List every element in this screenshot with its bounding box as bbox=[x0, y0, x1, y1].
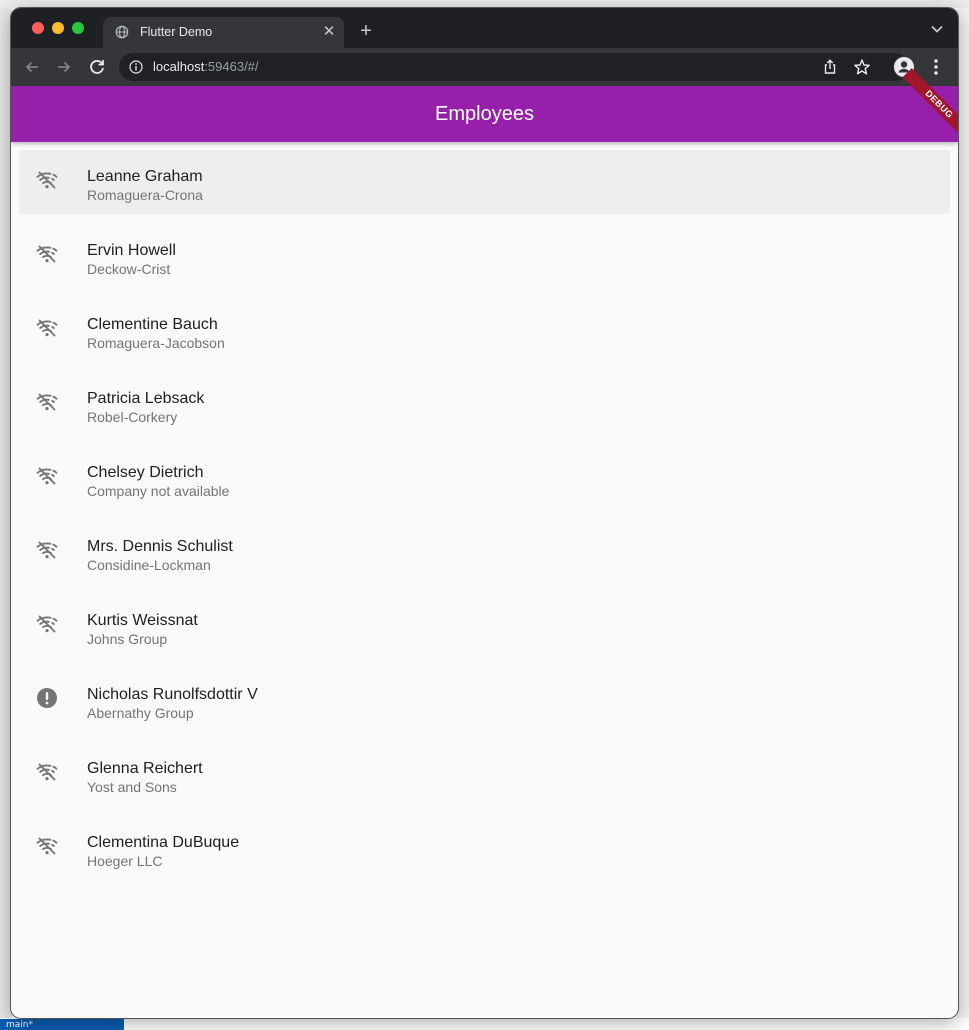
maximize-window-button[interactable] bbox=[72, 22, 84, 34]
employee-list-item[interactable]: Clementine Bauch Romaguera-Jacobson bbox=[19, 298, 950, 372]
employee-list-item[interactable]: Nicholas Runolfsdottir V Abernathy Group bbox=[19, 668, 950, 742]
url-host: localhost bbox=[153, 59, 205, 74]
employee-name: Clementina DuBuque bbox=[87, 834, 240, 851]
employee-name: Chelsey Dietrich bbox=[87, 464, 204, 481]
employee-name: Ervin Howell bbox=[87, 242, 176, 259]
employee-list-item[interactable]: Ervin Howell Deckow-Crist bbox=[19, 224, 950, 298]
employee-company: Deckow-Crist bbox=[87, 261, 171, 277]
employee-list-item[interactable]: Glenna Reichert Yost and Sons bbox=[19, 742, 950, 816]
share-icon[interactable] bbox=[821, 58, 839, 76]
employee-list-item[interactable]: Clementina DuBuque Hoeger LLC bbox=[19, 816, 950, 890]
star-icon[interactable] bbox=[853, 58, 871, 76]
employee-list-item[interactable]: Chelsey Dietrich Company not available bbox=[19, 446, 950, 520]
wifi-off-icon bbox=[35, 464, 59, 488]
desktop-top-bar bbox=[0, 0, 969, 8]
wifi-off-icon bbox=[35, 390, 59, 414]
git-branch[interactable]: main* bbox=[6, 1020, 33, 1030]
browser-menu-button[interactable] bbox=[925, 56, 947, 78]
wifi-off-icon bbox=[35, 538, 59, 562]
employee-name: Clementine Bauch bbox=[87, 316, 218, 333]
employee-company: Abernathy Group bbox=[87, 705, 194, 721]
employee-company: Romaguera-Jacobson bbox=[87, 335, 225, 351]
close-window-button[interactable] bbox=[32, 22, 44, 34]
wifi-off-icon bbox=[35, 316, 59, 340]
chevron-down-icon[interactable] bbox=[930, 22, 944, 36]
browser-window: Flutter Demo ✕ + localhost:59463/#/ Empl… bbox=[11, 8, 958, 1018]
employee-company: Romaguera-Crona bbox=[87, 187, 203, 203]
info-icon[interactable] bbox=[129, 60, 143, 74]
page-title: Employees bbox=[435, 103, 534, 125]
wifi-off-icon bbox=[35, 242, 59, 266]
arrow-left-icon bbox=[25, 61, 38, 73]
employee-company: Considine-Lockman bbox=[87, 557, 211, 573]
wifi-off-icon bbox=[35, 168, 59, 192]
employee-list-item[interactable]: Mrs. Dennis Schulist Considine-Lockman bbox=[19, 520, 950, 594]
forward-button[interactable] bbox=[53, 56, 75, 78]
error-icon bbox=[35, 686, 59, 710]
reload-button[interactable] bbox=[86, 56, 108, 78]
editor-right-strip bbox=[957, 8, 969, 1030]
minimize-window-button[interactable] bbox=[52, 22, 64, 34]
employee-name: Mrs. Dennis Schulist bbox=[87, 538, 233, 555]
employee-name: Nicholas Runolfsdottir V bbox=[87, 686, 258, 703]
browser-tab[interactable]: Flutter Demo ✕ bbox=[103, 17, 344, 48]
editor-status-bar: main* bbox=[0, 1019, 124, 1030]
employee-company: Company not available bbox=[87, 483, 230, 499]
globe-icon bbox=[115, 25, 129, 39]
address-bar[interactable]: localhost:59463/#/ bbox=[119, 53, 909, 81]
employee-list-item[interactable]: Patricia Lebsack Robel-Corkery bbox=[19, 372, 950, 446]
wifi-off-icon bbox=[35, 834, 59, 858]
wifi-off-icon bbox=[35, 612, 59, 636]
reload-icon bbox=[90, 60, 104, 74]
arrow-right-icon bbox=[58, 61, 71, 73]
employee-company: Hoeger LLC bbox=[87, 853, 163, 869]
employee-company: Yost and Sons bbox=[87, 779, 177, 795]
url-text[interactable]: localhost:59463/#/ bbox=[153, 59, 259, 74]
browser-toolbar: localhost:59463/#/ bbox=[11, 48, 958, 86]
url-path: :59463/#/ bbox=[204, 59, 259, 74]
employee-list-item[interactable]: Kurtis Weissnat Johns Group bbox=[19, 594, 950, 668]
app-bar: Employees bbox=[11, 86, 958, 142]
wifi-off-icon bbox=[35, 760, 59, 784]
editor-bottom-strip bbox=[0, 1018, 969, 1030]
tab-title: Flutter Demo bbox=[140, 25, 213, 39]
tab-strip: Flutter Demo ✕ + bbox=[11, 8, 958, 48]
employee-name: Patricia Lebsack bbox=[87, 390, 205, 407]
employee-name: Kurtis Weissnat bbox=[87, 612, 198, 629]
employee-company: Robel-Corkery bbox=[87, 409, 178, 425]
employee-list: Leanne Graham Romaguera-Crona Ervin Howell… bbox=[19, 150, 950, 890]
employee-company: Johns Group bbox=[87, 631, 168, 647]
more-vert-icon bbox=[934, 59, 938, 75]
back-button[interactable] bbox=[21, 56, 43, 78]
new-tab-button[interactable]: + bbox=[355, 20, 377, 42]
tab-close-icon[interactable]: ✕ bbox=[320, 23, 338, 41]
employee-name: Glenna Reichert bbox=[87, 760, 203, 777]
employee-name: Leanne Graham bbox=[87, 168, 203, 185]
employee-list-item[interactable]: Leanne Graham Romaguera-Crona bbox=[19, 150, 950, 224]
